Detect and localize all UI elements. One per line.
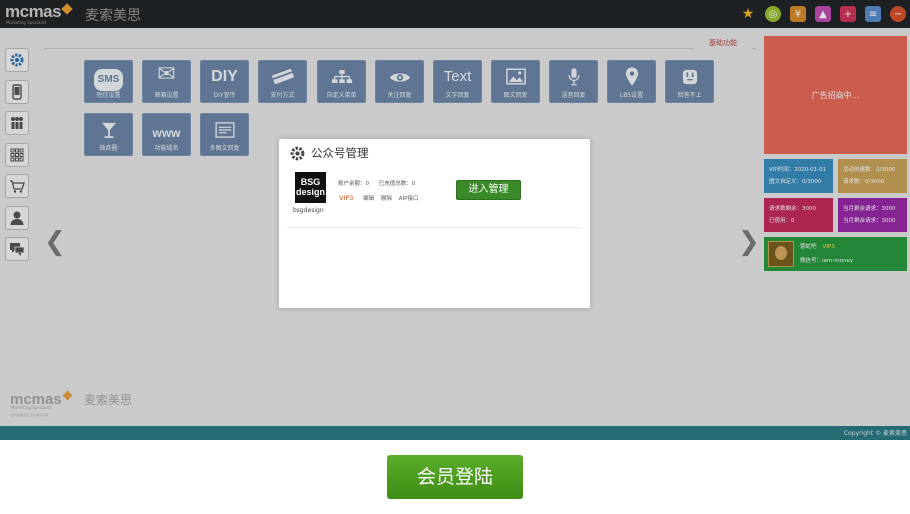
account-logo: BSG design bbox=[295, 172, 326, 203]
edit-link[interactable]: 编辑 bbox=[363, 196, 374, 202]
app-window: mcmas 麦索美思 Marketing Specialist ★ ◎ ¥ ▲ … bbox=[0, 0, 910, 440]
account-logo-line: design bbox=[295, 187, 325, 197]
dialog-title: 公众号管理 bbox=[311, 146, 369, 160]
enter-management-button[interactable]: 进入管理 bbox=[456, 180, 521, 200]
account-logo-line: BSG bbox=[300, 177, 321, 187]
api-link[interactable]: AIP接口 bbox=[399, 196, 419, 202]
gear-icon bbox=[290, 146, 305, 161]
account-stats: 账户余额：0 已充值总数：0 bbox=[338, 179, 423, 187]
account-balance: 账户余额：0 bbox=[338, 181, 369, 187]
member-login-button[interactable]: 会员登陆 bbox=[387, 455, 523, 499]
vip-level: VIP3 bbox=[339, 194, 354, 202]
delete-link[interactable]: 删除 bbox=[381, 196, 392, 202]
account-name: bsgdesign bbox=[293, 207, 324, 214]
recharge-total: 已充值总数：0 bbox=[378, 181, 416, 187]
account-management-dialog: 公众号管理 BSG design bsgdesign 账户余额：0 已充值总数：… bbox=[279, 139, 590, 308]
dialog-divider bbox=[287, 227, 582, 228]
account-actions: VIP3 编辑 删除 AIP接口 bbox=[339, 194, 423, 202]
